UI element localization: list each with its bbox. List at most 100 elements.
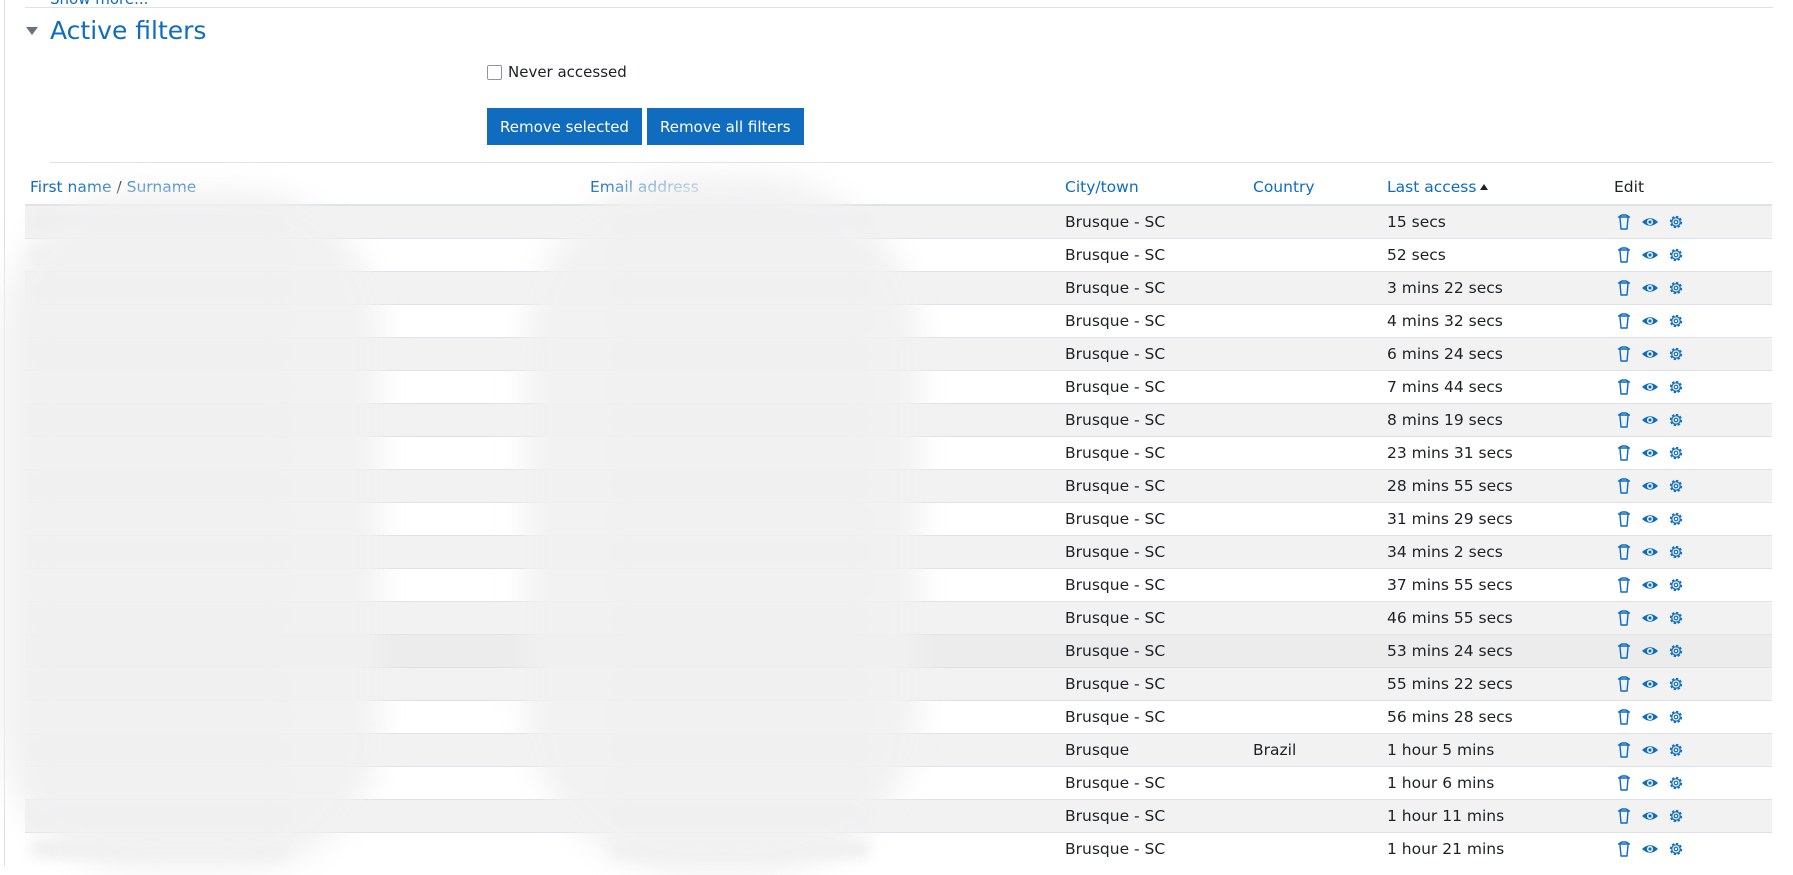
eye-icon[interactable] xyxy=(1640,542,1660,562)
surname-sort-link[interactable]: Surname xyxy=(127,178,197,196)
remove-selected-button[interactable]: Remove selected xyxy=(487,108,642,145)
trash-icon[interactable] xyxy=(1614,476,1634,496)
gear-icon[interactable] xyxy=(1666,509,1686,529)
eye-icon[interactable] xyxy=(1640,773,1660,793)
user-name-cell[interactable] xyxy=(25,667,585,701)
eye-icon[interactable] xyxy=(1640,410,1660,430)
user-name-cell[interactable] xyxy=(25,337,585,371)
user-name-cell[interactable] xyxy=(25,370,585,404)
user-name-cell[interactable] xyxy=(25,403,585,437)
gear-icon[interactable] xyxy=(1666,278,1686,298)
user-name-cell[interactable] xyxy=(25,733,585,767)
country-column-header[interactable]: Country xyxy=(1248,170,1382,206)
trash-icon[interactable] xyxy=(1614,542,1634,562)
user-name-cell[interactable] xyxy=(25,204,585,239)
trash-icon[interactable] xyxy=(1614,608,1634,628)
trash-icon[interactable] xyxy=(1614,674,1634,694)
user-email-cell xyxy=(585,535,1060,569)
gear-icon[interactable] xyxy=(1666,245,1686,265)
user-name-cell[interactable] xyxy=(25,469,585,503)
users-table: First name / Surname Email address City/… xyxy=(25,170,1772,865)
user-name-cell[interactable] xyxy=(25,271,585,305)
eye-icon[interactable] xyxy=(1640,641,1660,661)
user-email-cell xyxy=(585,337,1060,371)
user-name-cell[interactable] xyxy=(25,799,585,833)
trash-icon[interactable] xyxy=(1614,410,1634,430)
eye-icon[interactable] xyxy=(1640,443,1660,463)
redacted-email xyxy=(610,312,870,330)
user-name-cell[interactable] xyxy=(25,766,585,800)
user-name-cell[interactable] xyxy=(25,502,585,536)
eye-icon[interactable] xyxy=(1640,344,1660,364)
trash-icon[interactable] xyxy=(1614,212,1634,232)
eye-icon[interactable] xyxy=(1640,806,1660,826)
eye-icon[interactable] xyxy=(1640,278,1660,298)
user-name-cell[interactable] xyxy=(25,568,585,602)
eye-icon[interactable] xyxy=(1640,575,1660,595)
edit-actions-cell xyxy=(1609,502,1772,536)
show-more-link[interactable]: Show more... xyxy=(50,0,148,8)
user-name-cell[interactable] xyxy=(25,535,585,569)
redacted-email xyxy=(610,741,870,759)
chevron-down-icon[interactable] xyxy=(26,26,38,35)
never-accessed-filter[interactable]: Never accessed xyxy=(487,63,627,81)
never-accessed-checkbox[interactable] xyxy=(487,64,502,80)
trash-icon[interactable] xyxy=(1614,443,1634,463)
trash-icon[interactable] xyxy=(1614,509,1634,529)
email-column-header[interactable]: Email address xyxy=(585,170,1060,206)
trash-icon[interactable] xyxy=(1614,245,1634,265)
gear-icon[interactable] xyxy=(1666,443,1686,463)
user-name-cell[interactable] xyxy=(25,238,585,272)
city-cell: Brusque - SC xyxy=(1060,766,1248,800)
trash-icon[interactable] xyxy=(1614,773,1634,793)
gear-icon[interactable] xyxy=(1666,575,1686,595)
last-access-column-header[interactable]: Last access xyxy=(1382,170,1609,206)
active-filters-header[interactable]: Active filters xyxy=(26,16,206,45)
gear-icon[interactable] xyxy=(1666,608,1686,628)
trash-icon[interactable] xyxy=(1614,740,1634,760)
trash-icon[interactable] xyxy=(1614,839,1634,859)
eye-icon[interactable] xyxy=(1640,311,1660,331)
first-name-sort-link[interactable]: First name xyxy=(30,178,112,196)
eye-icon[interactable] xyxy=(1640,476,1660,496)
trash-icon[interactable] xyxy=(1614,641,1634,661)
gear-icon[interactable] xyxy=(1666,740,1686,760)
user-name-cell[interactable] xyxy=(25,832,585,865)
user-name-cell[interactable] xyxy=(25,304,585,338)
gear-icon[interactable] xyxy=(1666,542,1686,562)
gear-icon[interactable] xyxy=(1666,311,1686,331)
trash-icon[interactable] xyxy=(1614,278,1634,298)
trash-icon[interactable] xyxy=(1614,377,1634,397)
eye-icon[interactable] xyxy=(1640,212,1660,232)
gear-icon[interactable] xyxy=(1666,839,1686,859)
eye-icon[interactable] xyxy=(1640,377,1660,397)
eye-icon[interactable] xyxy=(1640,509,1660,529)
eye-icon[interactable] xyxy=(1640,608,1660,628)
user-name-cell[interactable] xyxy=(25,436,585,470)
remove-all-filters-button[interactable]: Remove all filters xyxy=(646,108,804,145)
trash-icon[interactable] xyxy=(1614,806,1634,826)
gear-icon[interactable] xyxy=(1666,212,1686,232)
gear-icon[interactable] xyxy=(1666,377,1686,397)
eye-icon[interactable] xyxy=(1640,245,1660,265)
trash-icon[interactable] xyxy=(1614,707,1634,727)
city-column-header[interactable]: City/town xyxy=(1060,170,1248,206)
gear-icon[interactable] xyxy=(1666,641,1686,661)
trash-icon[interactable] xyxy=(1614,344,1634,364)
gear-icon[interactable] xyxy=(1666,674,1686,694)
gear-icon[interactable] xyxy=(1666,476,1686,496)
user-name-cell[interactable] xyxy=(25,700,585,734)
trash-icon[interactable] xyxy=(1614,575,1634,595)
trash-icon[interactable] xyxy=(1614,311,1634,331)
gear-icon[interactable] xyxy=(1666,344,1686,364)
gear-icon[interactable] xyxy=(1666,806,1686,826)
user-name-cell[interactable] xyxy=(25,601,585,635)
eye-icon[interactable] xyxy=(1640,674,1660,694)
gear-icon[interactable] xyxy=(1666,410,1686,430)
eye-icon[interactable] xyxy=(1640,740,1660,760)
eye-icon[interactable] xyxy=(1640,707,1660,727)
gear-icon[interactable] xyxy=(1666,707,1686,727)
gear-icon[interactable] xyxy=(1666,773,1686,793)
eye-icon[interactable] xyxy=(1640,839,1660,859)
user-name-cell[interactable] xyxy=(25,634,585,668)
